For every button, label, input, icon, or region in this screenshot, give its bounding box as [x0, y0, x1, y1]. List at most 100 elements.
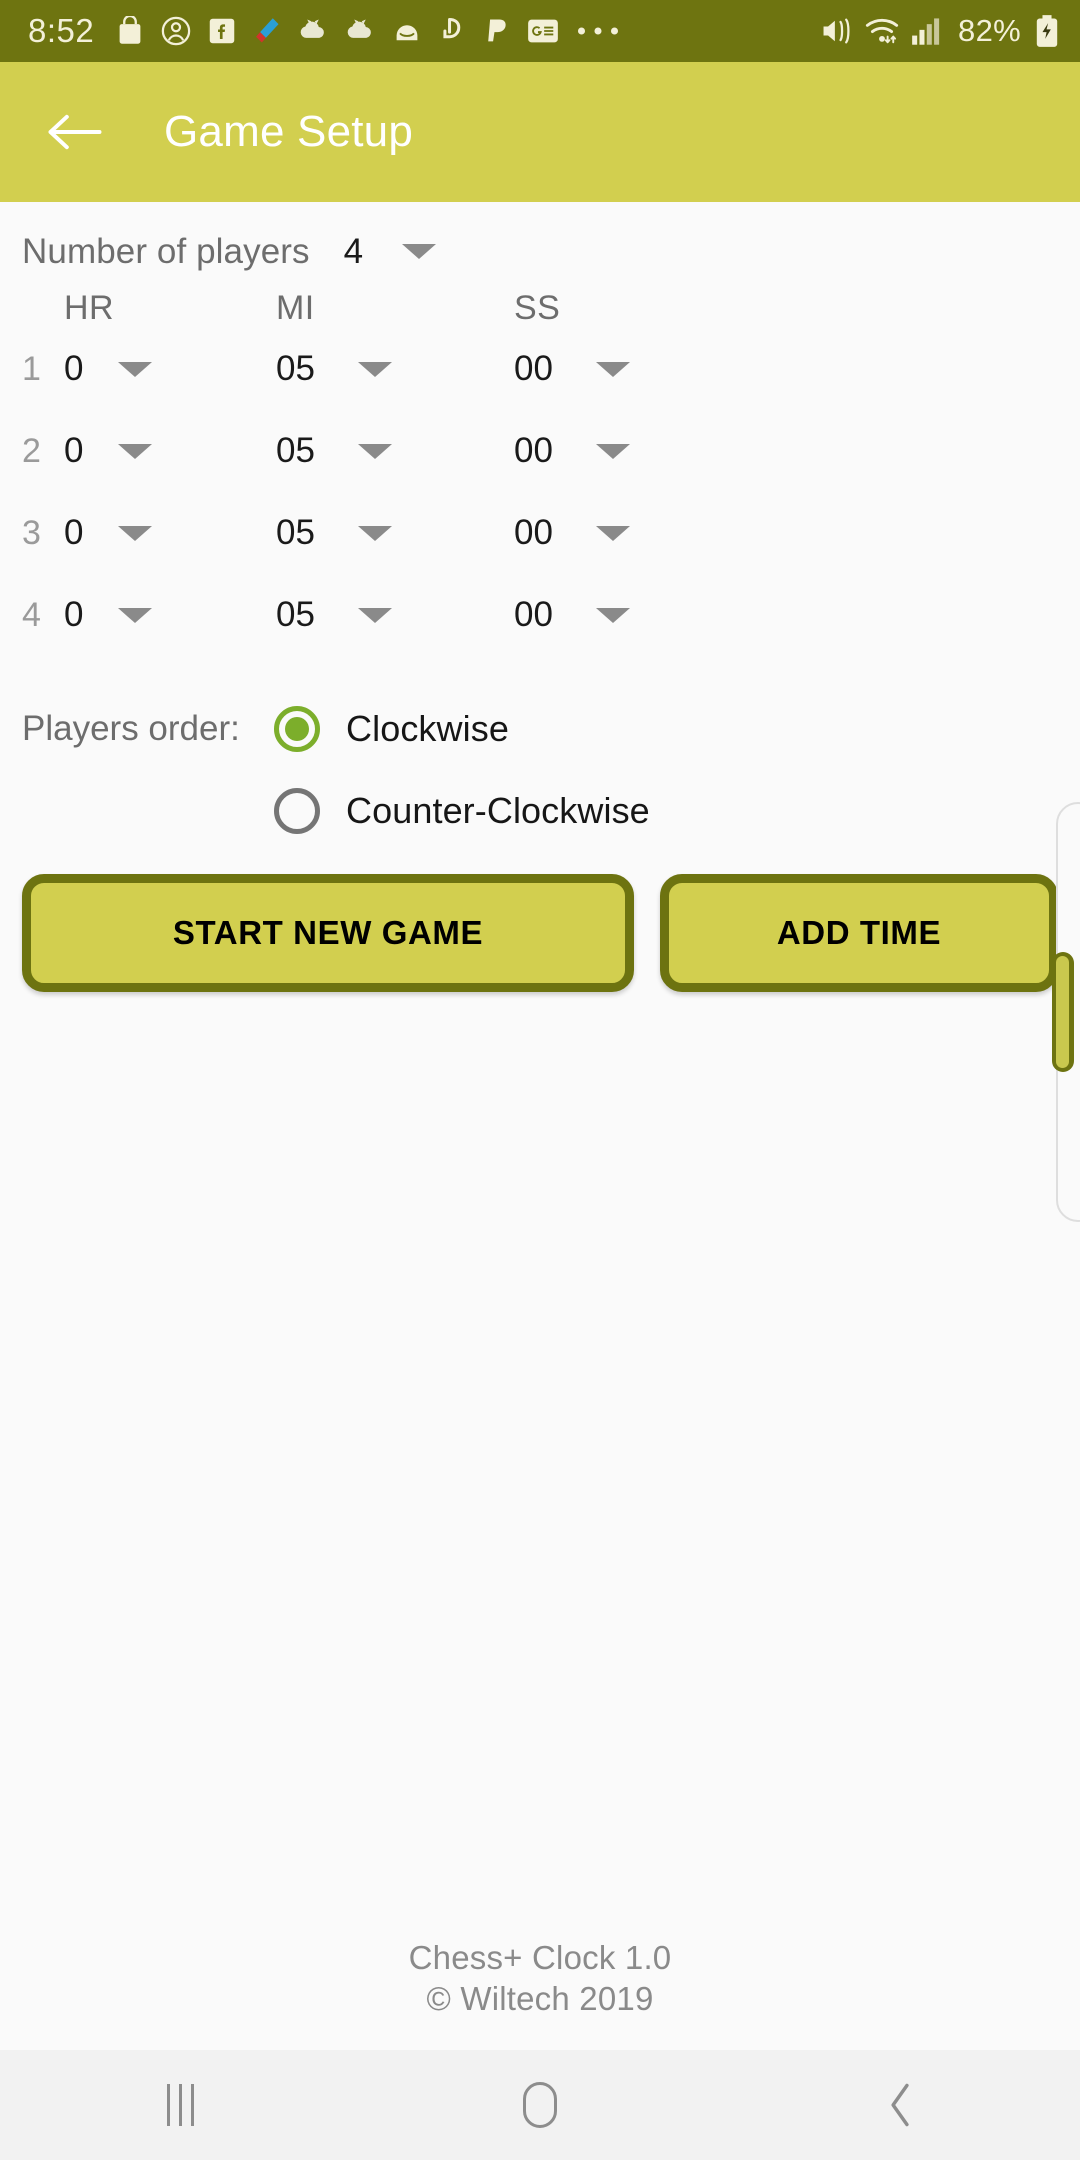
- edge-panel-handle[interactable]: [1052, 952, 1074, 1072]
- hours-dropdown[interactable]: [98, 510, 172, 557]
- order-option-counter-clockwise[interactable]: Counter-Clockwise: [22, 770, 1080, 852]
- seconds-cell: 00: [514, 428, 752, 475]
- minutes-dropdown[interactable]: [338, 346, 412, 393]
- hours-value[interactable]: 0: [64, 595, 98, 635]
- seconds-cell: 00: [514, 346, 752, 393]
- seconds-dropdown[interactable]: [576, 592, 650, 639]
- hand-gesture-icon: [439, 16, 467, 46]
- time-column-headers: HR MI SS: [0, 289, 1080, 328]
- minutes-cell: 05: [276, 592, 514, 639]
- system-navigation-bar: [0, 2050, 1080, 2160]
- copyright-line: © Wiltech 2019: [426, 1980, 654, 2018]
- radio-clockwise[interactable]: [274, 706, 320, 752]
- order-option-clockwise[interactable]: Players order: Clockwise: [22, 688, 1080, 770]
- status-system-icons: 82%: [819, 13, 1060, 49]
- hours-cell: 0: [64, 510, 276, 557]
- seconds-value[interactable]: 00: [514, 595, 576, 635]
- minutes-cell: 05: [276, 346, 514, 393]
- home-button[interactable]: [360, 2050, 720, 2160]
- status-notification-icons: [116, 16, 819, 46]
- chevron-down-icon: [358, 607, 392, 623]
- table-row: 4 0 05 00: [0, 574, 1080, 656]
- account-circle-icon: [161, 16, 191, 46]
- minutes-value[interactable]: 05: [276, 513, 338, 553]
- chevron-down-icon: [596, 361, 630, 377]
- radio-counter-clockwise-label: Counter-Clockwise: [346, 790, 650, 831]
- seconds-dropdown[interactable]: [576, 428, 650, 475]
- chevron-down-icon: [358, 361, 392, 377]
- start-new-game-button[interactable]: START NEW GAME: [22, 874, 634, 992]
- column-header-ss: SS: [514, 289, 561, 327]
- minutes-dropdown[interactable]: [338, 592, 412, 639]
- seconds-value[interactable]: 00: [514, 513, 576, 553]
- chevron-down-icon: [118, 443, 152, 459]
- seconds-dropdown[interactable]: [576, 346, 650, 393]
- hours-dropdown[interactable]: [98, 428, 172, 475]
- chevron-down-icon: [118, 525, 152, 541]
- column-header-mi: MI: [276, 289, 315, 327]
- battery-percent-label: 82%: [958, 13, 1021, 48]
- mail-app-icon: [392, 17, 422, 45]
- back-nav-button[interactable]: [720, 2050, 1080, 2160]
- app-name-version: Chess+ Clock 1.0: [408, 1939, 672, 1977]
- app-footer: Chess+ Clock 1.0 © Wiltech 2019: [0, 1938, 1080, 2020]
- minutes-value[interactable]: 05: [276, 349, 338, 389]
- seconds-dropdown[interactable]: [576, 510, 650, 557]
- cloud-app-icon: [298, 17, 328, 45]
- google-news-icon: [527, 18, 559, 44]
- table-row: 1 0 05 00: [0, 328, 1080, 410]
- hours-value[interactable]: 0: [64, 349, 98, 389]
- hours-cell: 0: [64, 346, 276, 393]
- minutes-dropdown[interactable]: [338, 428, 412, 475]
- minutes-cell: 05: [276, 510, 514, 557]
- hours-value[interactable]: 0: [64, 513, 98, 553]
- hours-dropdown[interactable]: [98, 346, 172, 393]
- hours-cell: 0: [64, 428, 276, 475]
- cloud-app-2-icon: [345, 17, 375, 45]
- chevron-down-icon: [118, 361, 152, 377]
- radio-counter-clockwise[interactable]: [274, 788, 320, 834]
- players-order-group: Players order: Clockwise Counter-Clockwi…: [0, 688, 1080, 852]
- minutes-value[interactable]: 05: [276, 595, 338, 635]
- column-header-hr: HR: [64, 289, 114, 327]
- chevron-down-icon: [401, 244, 436, 259]
- sound-mute-vibrate-icon: [819, 15, 853, 47]
- hours-dropdown[interactable]: [98, 592, 172, 639]
- hours-value[interactable]: 0: [64, 431, 98, 471]
- back-button[interactable]: [44, 101, 106, 163]
- seconds-value[interactable]: 00: [514, 431, 576, 471]
- radio-clockwise-label: Clockwise: [346, 708, 509, 749]
- chevron-down-icon: [596, 607, 630, 623]
- chevron-down-icon: [118, 607, 152, 623]
- minutes-value[interactable]: 05: [276, 431, 338, 471]
- number-of-players-label: Number of players: [22, 231, 310, 271]
- chevron-down-icon: [596, 525, 630, 541]
- player-index: 3: [22, 513, 41, 552]
- cellular-signal-icon: [911, 16, 943, 46]
- minutes-cell: 05: [276, 428, 514, 475]
- home-icon: [523, 2082, 557, 2128]
- status-bar: 8:52 82%: [0, 0, 1080, 62]
- arrow-left-icon: [48, 114, 102, 150]
- seconds-cell: 00: [514, 592, 752, 639]
- number-of-players-value[interactable]: 4: [344, 232, 382, 272]
- player-index: 2: [22, 431, 41, 470]
- back-icon: [891, 2083, 909, 2127]
- shopping-bag-icon: [116, 16, 144, 46]
- number-of-players-row: Number of players 4: [0, 202, 1080, 281]
- minutes-dropdown[interactable]: [338, 510, 412, 557]
- recents-button[interactable]: [0, 2050, 360, 2160]
- add-time-button[interactable]: ADD TIME: [660, 874, 1058, 992]
- action-button-row: START NEW GAME ADD TIME: [0, 874, 1080, 992]
- hours-cell: 0: [64, 592, 276, 639]
- paint-brush-icon: [253, 16, 281, 46]
- number-of-players-dropdown[interactable]: [382, 228, 456, 275]
- players-order-label: Players order:: [22, 709, 240, 748]
- seconds-value[interactable]: 00: [514, 349, 576, 389]
- chevron-down-icon: [596, 443, 630, 459]
- seconds-cell: 00: [514, 510, 752, 557]
- app-bar: Game Setup: [0, 62, 1080, 202]
- chevron-down-icon: [358, 525, 392, 541]
- recents-icon: [166, 2084, 194, 2126]
- player-index: 1: [22, 349, 41, 388]
